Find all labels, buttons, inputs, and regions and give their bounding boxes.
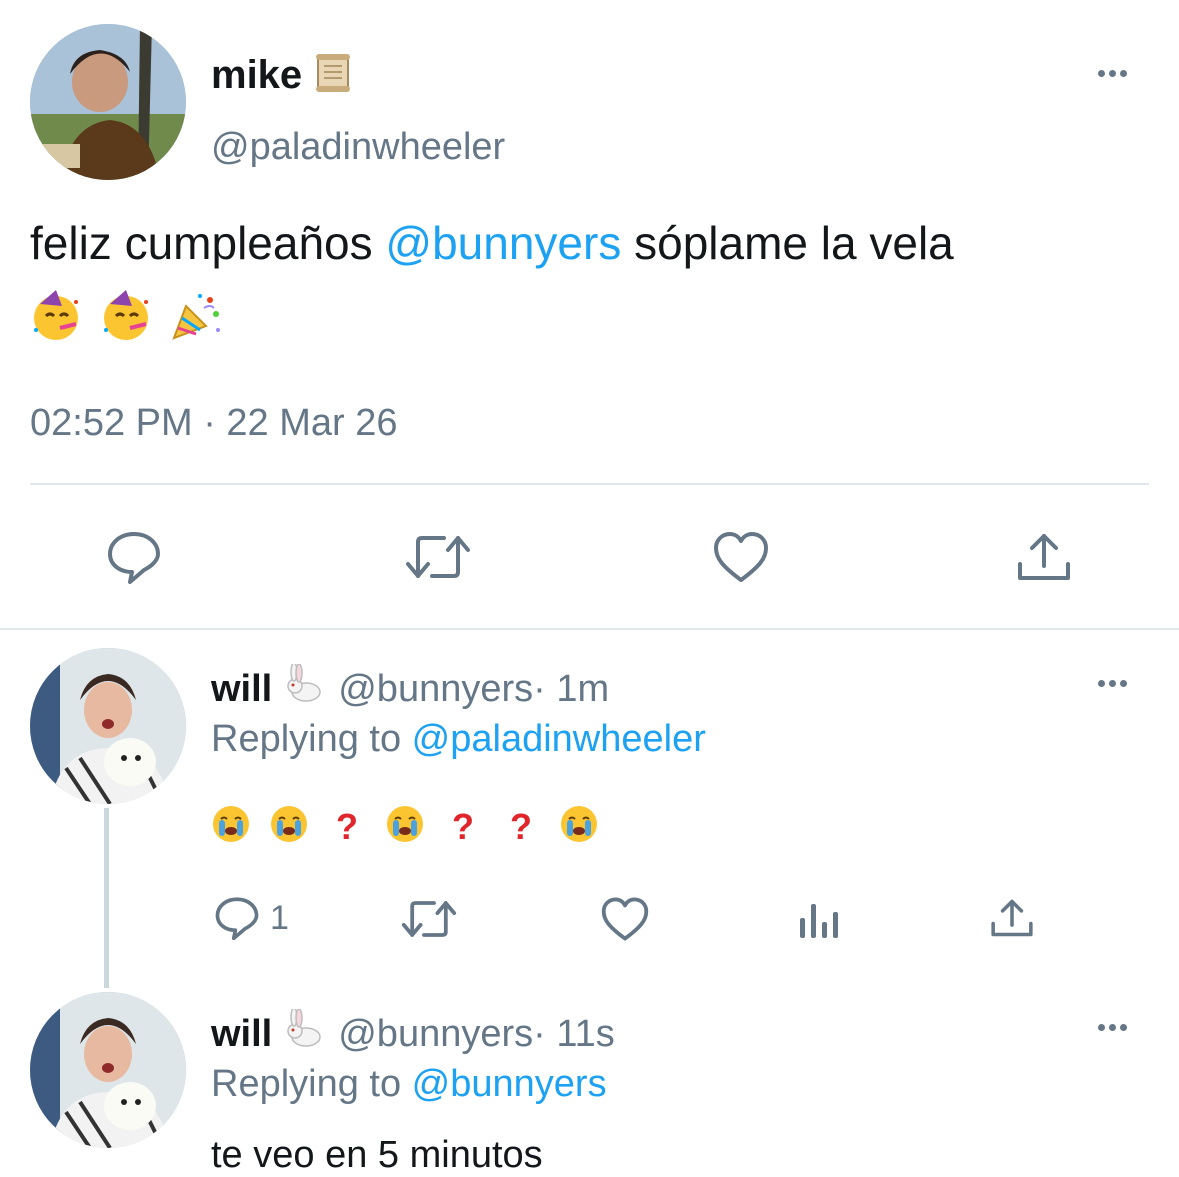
reply-text: te veo en 5 minutos [211,1134,543,1176]
more-options-icon[interactable] [1098,680,1127,687]
divider [30,483,1149,485]
retweet-icon[interactable] [404,532,472,582]
tweet-text-after: sóplame la vela [621,217,954,269]
reply-count: 1 [270,898,289,937]
like-icon[interactable] [600,896,650,942]
partying-face-icon [30,290,82,347]
question-mark-icon: ? [336,805,358,847]
analytics-icon[interactable] [798,898,840,940]
reply-emoji-text: ? ? ? [211,804,599,849]
like-icon[interactable] [712,530,770,584]
display-name[interactable]: mike [211,53,302,98]
avatar-photo-will [30,992,186,1148]
replying-to: Replying to @bunnyers [211,1063,607,1106]
mention-link[interactable]: @bunnyers [385,217,621,269]
avatar-will[interactable] [30,992,186,1148]
tweet-text-before: feliz cumpleaños [30,217,386,269]
more-options-icon[interactable] [1098,1024,1127,1031]
crying-face-icon [559,804,599,849]
partying-face-icon [100,290,152,347]
rabbit-icon [284,1007,324,1059]
avatar-will[interactable] [30,648,186,804]
share-icon[interactable] [990,896,1034,940]
avatar-photo-mike [30,24,186,180]
more-options-icon[interactable] [1098,70,1127,77]
reply-time[interactable]: · 1m [533,668,609,711]
thread-line [104,808,109,988]
divider [0,628,1179,630]
crying-face-icon [211,804,251,849]
replying-to-link[interactable]: @paladinwheeler [412,718,706,760]
display-name[interactable]: will [211,1013,272,1056]
replying-to: Replying to @paladinwheeler [211,718,706,761]
tweet-timestamp[interactable]: 02:52 PM · 22 Mar 26 [30,402,398,445]
question-mark-icon: ? [452,805,474,847]
tweet-emojis [30,290,222,347]
rabbit-icon [284,662,324,714]
party-popper-icon [170,290,222,347]
replying-to-link[interactable]: @bunnyers [412,1063,607,1105]
replying-prefix: Replying to [211,718,412,760]
display-name[interactable]: will [211,668,272,711]
user-handle[interactable]: @bunnyers [338,1013,533,1056]
crying-face-icon [269,804,309,849]
user-handle[interactable]: @bunnyers [338,668,533,711]
tweet-text: feliz cumpleaños @bunnyers sóplame la ve… [30,216,954,270]
reply-time[interactable]: · 11s [533,1013,615,1056]
reply-icon[interactable]: 1 [214,896,289,940]
avatar-mike[interactable] [30,24,186,180]
question-mark-icon: ? [510,805,532,847]
crying-face-icon [385,804,425,849]
user-handle[interactable]: @paladinwheeler [211,126,505,169]
retweet-icon[interactable] [400,898,458,940]
scroll-icon [314,52,354,99]
reply-icon[interactable] [106,530,162,584]
replying-prefix: Replying to [211,1063,412,1105]
share-icon[interactable] [1016,530,1072,584]
avatar-photo-will [30,648,186,804]
